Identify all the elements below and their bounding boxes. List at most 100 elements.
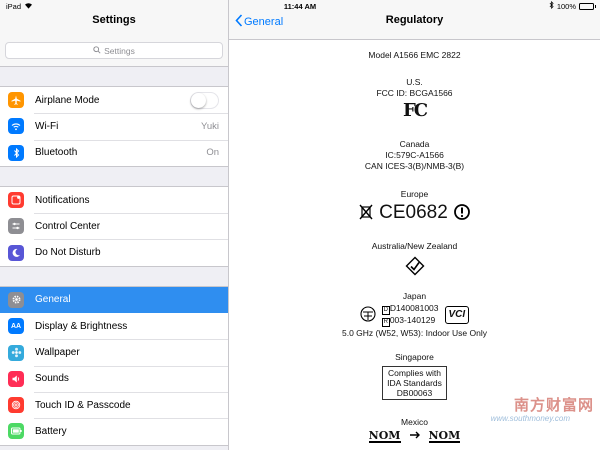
ida-line-3: DB00063 [396, 388, 433, 398]
settings-group-connectivity: Airplane Mode Wi-Fi Yuki Bluetooth On [0, 86, 228, 167]
regulatory-detail: General Regulatory Model A1566 EMC 2822 … [229, 0, 600, 450]
telec-mark-icon [360, 305, 376, 325]
canada-section: Canada IC:579C-A1566 CAN ICES-3(B)/NMB-3… [229, 139, 600, 172]
japan-cert-2: R 003-140129 [381, 315, 439, 327]
detail-title: Regulatory [385, 14, 444, 26]
japan-heading: Japan [402, 291, 427, 301]
battery-status-icon [579, 2, 596, 10]
sidebar-item-touch-id[interactable]: Touch ID & Passcode [0, 391, 228, 418]
wallpaper-icon [8, 344, 24, 361]
sidebar-item-airplane-mode[interactable]: Airplane Mode [0, 87, 228, 113]
nom-mark-2: NOM [428, 429, 461, 443]
watermark-url: www.southmoney.com [490, 414, 570, 423]
wifi-icon [8, 118, 24, 135]
gear-icon [8, 291, 24, 308]
canada-heading: Canada [399, 139, 430, 149]
nom-mark-1: NOM [368, 429, 401, 443]
search-icon [93, 45, 101, 56]
settings-group-general: General AA Display & Brightness Wallpape… [0, 285, 228, 446]
search-input[interactable]: Settings [5, 42, 223, 59]
canada-ic: IC:579C-A1566 [385, 150, 444, 160]
sidebar-item-label: Battery [35, 425, 67, 437]
ce-mark: CE0682 [379, 202, 448, 223]
chevron-left-icon [235, 14, 243, 30]
search-bar: Settings [0, 40, 228, 67]
sidebar-item-label: Control Center [35, 220, 101, 232]
nom-arrow-icon [409, 430, 421, 443]
sidebar-item-label: General [35, 294, 71, 306]
sidebar-item-wifi[interactable]: Wi-Fi Yuki [0, 113, 228, 139]
us-section: U.S. FCC ID: BCGA1566 FC [229, 77, 600, 121]
sidebar-item-wallpaper[interactable]: Wallpaper [0, 339, 228, 365]
airplane-mode-toggle[interactable] [190, 91, 219, 109]
rcm-mark-icon [405, 256, 425, 279]
sidebar-item-bluetooth[interactable]: Bluetooth On [0, 139, 228, 166]
sidebar-item-do-not-disturb[interactable]: Do Not Disturb [0, 239, 228, 265]
battery-percent: 100% [556, 1, 576, 11]
ida-line-1: Complies with [388, 368, 441, 378]
ida-compliance-box: Complies with IDA Standards DB00063 [382, 366, 447, 400]
alert-icon [453, 203, 470, 223]
wifi-status-icon [24, 2, 33, 11]
sidebar-item-general[interactable]: General [0, 286, 228, 314]
bluetooth-icon [8, 144, 24, 161]
ida-line-2: IDA Standards [387, 378, 442, 388]
weee-bin-icon [359, 204, 373, 223]
sidebar-item-label: Touch ID & Passcode [35, 399, 131, 411]
japan-section: Japan D D140081003 R 003-140129 VCI 5.0 GH… [229, 291, 600, 339]
canada-ices: CAN ICES-3(B)/NMB-3(B) [364, 161, 465, 171]
sidebar-item-label: Wi-Fi [35, 120, 59, 132]
fcc-logo: FC [402, 100, 428, 121]
europe-section: Europe CE0682 [229, 189, 600, 223]
anz-heading: Australia/New Zealand [371, 241, 458, 251]
battery-icon [8, 423, 24, 440]
sidebar-item-label: Notifications [35, 194, 90, 206]
status-time: 11:44 AM [283, 1, 317, 11]
watermark-logo: 南方财富网 [513, 397, 594, 414]
notifications-icon [8, 192, 24, 209]
japan-d-mark-icon: D [381, 306, 390, 315]
moon-icon [8, 244, 24, 261]
airplane-icon [8, 92, 24, 109]
sidebar-item-sounds[interactable]: Sounds [0, 365, 228, 392]
device-label: iPad [6, 1, 22, 11]
status-bar: iPad 11:44 AM 100% [0, 0, 600, 12]
sidebar-item-label: Sounds [35, 373, 69, 385]
back-button-label: General [244, 16, 284, 28]
vcci-mark: VCI [444, 306, 470, 324]
japan-cert-2-text: 003-140129 [389, 315, 436, 325]
control-center-icon [8, 218, 24, 235]
sounds-icon [8, 370, 24, 387]
fcc-id: FCC ID: BCGA1566 [376, 88, 453, 98]
sidebar-title: Settings [92, 14, 136, 26]
japan-cert-1-text: D140081003 [389, 303, 439, 313]
sidebar-item-display-brightness[interactable]: AA Display & Brightness [0, 313, 228, 339]
settings-sidebar: Settings Settings Airplane Mode Wi-Fi Yu… [0, 0, 229, 450]
sidebar-item-label: Display & Brightness [35, 320, 128, 332]
europe-heading: Europe [400, 189, 429, 199]
model-line: Model A1566 EMC 2822 [368, 50, 461, 60]
us-heading: U.S. [406, 77, 423, 87]
settings-group-notifications: Notifications Control Center Do Not Dist… [0, 185, 228, 267]
japan-note: 5.0 GHz (W52, W53): Indoor Use Only [341, 328, 488, 338]
sidebar-item-control-center[interactable]: Control Center [0, 213, 228, 239]
back-button[interactable]: General [235, 14, 283, 30]
sidebar-item-battery[interactable]: Battery [0, 418, 228, 444]
japan-cert-1: D D140081003 [381, 303, 439, 315]
search-placeholder: Settings [104, 45, 135, 56]
bluetooth-value: On [206, 147, 219, 159]
singapore-section: Singapore Complies with IDA Standards DB… [229, 352, 600, 400]
anz-section: Australia/New Zealand [229, 241, 600, 279]
bluetooth-status-icon [549, 0, 554, 11]
singapore-heading: Singapore [395, 352, 434, 362]
wifi-network-value: Yuki [201, 120, 219, 132]
sidebar-item-notifications[interactable]: Notifications [0, 187, 228, 213]
japan-r-mark-icon: R [381, 318, 390, 327]
display-brightness-icon: AA [8, 318, 24, 335]
sidebar-item-label: Do Not Disturb [35, 247, 101, 259]
model-section: Model A1566 EMC 2822 [229, 50, 600, 61]
sidebar-item-label: Bluetooth [35, 147, 78, 159]
fingerprint-icon [8, 397, 24, 414]
sidebar-item-label: Wallpaper [35, 347, 80, 359]
sidebar-item-label: Airplane Mode [35, 94, 100, 106]
